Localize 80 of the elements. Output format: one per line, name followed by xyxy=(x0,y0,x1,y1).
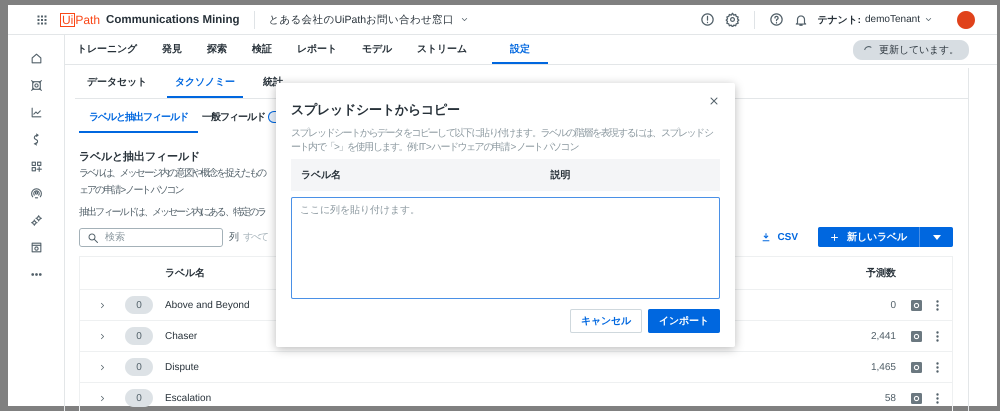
nav-tab[interactable]: モデル xyxy=(362,35,409,64)
target-icon[interactable] xyxy=(911,330,922,342)
description-text: 抽出フィールドは、メッセージ内にある、特定のラ xyxy=(79,206,266,220)
search-icon xyxy=(87,232,99,244)
description-text: ェアの申請 > ノート パソコン xyxy=(79,184,183,198)
chevron-down-icon[interactable] xyxy=(460,15,470,24)
prediction-count: 1,465 xyxy=(870,362,896,372)
sub-tab[interactable]: データセット xyxy=(79,68,155,98)
nav-tab[interactable]: 発見 xyxy=(162,35,199,64)
column-header: 予測数 xyxy=(866,266,896,280)
window-icon[interactable] xyxy=(30,241,42,254)
help-icon[interactable] xyxy=(768,12,784,27)
paste-field[interactable]: ここに列を貼り付けます。 xyxy=(291,197,720,299)
cancel-button[interactable]: キャンセル xyxy=(570,309,642,333)
new-label-button[interactable]: 新しいラベル xyxy=(818,227,919,247)
gears-icon[interactable] xyxy=(30,214,42,227)
description-text: ラベルは、メッセージ内の意図や概念を捉えたもの xyxy=(79,167,266,181)
dialog-title: スプレッドシートからコピー xyxy=(291,101,460,119)
nav-tab[interactable]: ストリーム xyxy=(417,35,484,64)
frame-icon[interactable] xyxy=(30,79,42,92)
avatar[interactable] xyxy=(957,10,975,28)
chevron-right-icon[interactable] xyxy=(98,332,107,340)
search-field[interactable]: 検索 xyxy=(79,228,223,246)
product-name: Communications Mining xyxy=(106,14,240,26)
logo: Ui Path xyxy=(60,12,100,26)
label-name: Above and Beyond xyxy=(165,300,251,310)
dialog-description: スプレッドシートからデータをコピーして以下に貼り付けます。ラベルの階層を表現するには、スプレッドシート内で「>」を使用します。例: IT > ハードウェアの申請 > ノート パソコン xyxy=(291,127,714,155)
import-button[interactable]: インポート xyxy=(648,309,720,333)
plus-icon xyxy=(830,232,839,242)
alert-icon[interactable] xyxy=(700,12,715,27)
prediction-count: 58 xyxy=(884,392,896,404)
nav-tab[interactable]: 設定 xyxy=(492,35,548,64)
count-badge: 0 xyxy=(125,327,153,345)
column-header: ラベル名 xyxy=(301,168,342,182)
bell-icon[interactable] xyxy=(794,12,808,26)
target-icon[interactable] xyxy=(911,392,922,404)
column-header: 説明 xyxy=(549,168,572,182)
csv-button[interactable]: CSV xyxy=(755,230,804,244)
label-name: Chaser xyxy=(165,330,198,342)
nav-tab[interactable]: 探索 xyxy=(207,35,244,64)
label-name: Dispute xyxy=(165,362,200,372)
count-badge: 0 xyxy=(125,296,153,314)
count-badge: 0 xyxy=(125,358,153,376)
target-icon[interactable] xyxy=(911,362,922,372)
dropdown-button[interactable] xyxy=(919,227,953,247)
tenant-selector[interactable]: demoTenant xyxy=(864,14,920,25)
chevron-right-icon[interactable] xyxy=(98,362,107,372)
count-badge: 0 xyxy=(125,389,153,407)
caret-icon xyxy=(932,234,940,240)
more-icon[interactable] xyxy=(936,362,938,372)
section-title: ラベルと抽出フィールド xyxy=(79,150,200,164)
chevron-down-icon[interactable] xyxy=(924,15,933,24)
target-icon[interactable] xyxy=(911,300,922,310)
grid-plus-icon[interactable] xyxy=(30,160,42,173)
nav-tab[interactable]: レポート xyxy=(297,35,354,64)
more-icon[interactable] xyxy=(936,392,938,404)
apps-grid-icon[interactable] xyxy=(36,14,48,26)
chevron-right-icon[interactable] xyxy=(98,394,107,402)
prediction-count: 0 xyxy=(890,300,896,310)
section-tab[interactable]: ラベルと抽出フィールド xyxy=(79,103,198,133)
column-label: 列 xyxy=(229,231,239,244)
more-icon[interactable] xyxy=(936,330,938,342)
signal-icon[interactable] xyxy=(30,187,42,200)
tenant-label: テナント: xyxy=(818,14,861,26)
close-icon xyxy=(708,95,720,107)
chart-icon[interactable] xyxy=(30,106,42,119)
chevron-right-icon[interactable] xyxy=(98,300,107,310)
status-pill: 更新しています。 xyxy=(853,40,969,60)
label-name: Escalation xyxy=(165,392,212,404)
more-icon[interactable] xyxy=(936,300,938,310)
project-selector[interactable]: とある会社のUiPathお問い合わせ窓口 xyxy=(268,12,454,26)
column-header: ラベル名 xyxy=(165,266,206,280)
close-button[interactable] xyxy=(708,95,720,107)
settings-icon[interactable] xyxy=(724,12,740,27)
prediction-count: 2,441 xyxy=(870,330,896,342)
sub-tab[interactable]: タクソノミー xyxy=(167,68,243,98)
home-icon[interactable] xyxy=(30,52,42,65)
download-icon xyxy=(761,232,772,242)
nav-tab[interactable]: 検証 xyxy=(252,35,289,64)
nav-tab[interactable]: トレーニング xyxy=(77,35,154,64)
